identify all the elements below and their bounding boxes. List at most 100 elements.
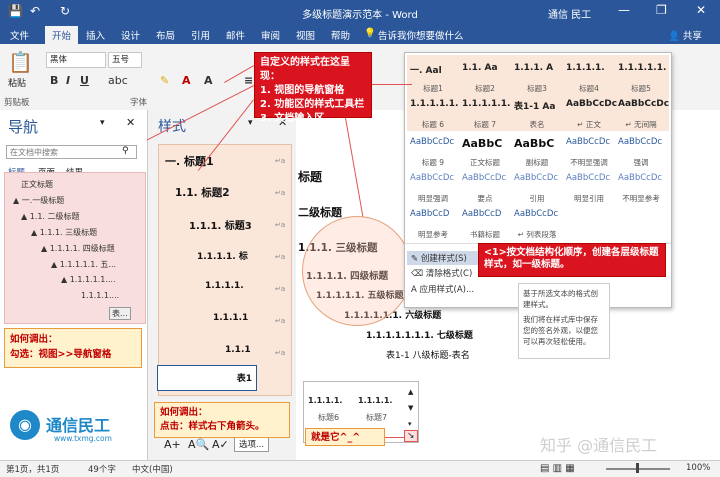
styles-launcher-arrow-icon[interactable]: ↘ <box>404 430 418 442</box>
tab-layout[interactable]: 布局 <box>156 28 175 42</box>
scroll-up-icon[interactable]: ▲ <box>408 388 413 396</box>
language[interactable]: 中文(中国) <box>132 463 173 475</box>
clipboard-icon[interactable]: 📋 <box>8 50 33 74</box>
annotation-arrow: 就是它^_^ <box>305 428 385 446</box>
highlight-icon[interactable]: ✎ <box>160 74 169 87</box>
pane-menu-icon[interactable]: ▾ <box>100 118 105 128</box>
gallery-style-cell[interactable]: AaBbC 副标题 <box>511 131 563 169</box>
styles-menu-icon[interactable]: ▾ <box>248 118 253 128</box>
tab-home[interactable]: 开始 <box>45 26 79 46</box>
page-count[interactable]: 第1页，共1页 <box>6 463 59 475</box>
gallery-style-cell[interactable]: AaBbCcDc 不明显参考 <box>615 167 667 205</box>
restore-icon[interactable]: ❐ <box>656 3 667 17</box>
tab-file[interactable]: 文件 <box>10 28 29 42</box>
search-icon[interactable]: ⚲ <box>122 146 129 156</box>
apply-styles-menu-item[interactable]: A 应用样式(A)... <box>411 283 474 295</box>
small-style-preview[interactable]: 1.1.1.1. <box>308 396 342 405</box>
gallery-style-cell[interactable]: AaBbCcDc ↵ 无间隔 <box>615 93 669 131</box>
user-name[interactable]: 通信 民工 <box>548 6 591 21</box>
gallery-style-cell[interactable]: AaBbCcDc 不明显强调 <box>563 131 615 169</box>
style-inspector-icon[interactable]: A🔍 <box>188 438 209 451</box>
small-style-preview[interactable]: 1.1.1.1. <box>358 396 392 405</box>
nav-heading-item[interactable]: 1.1.1.1.... <box>81 291 119 300</box>
gallery-style-cell[interactable]: AaBbC 正文标题 <box>459 131 511 169</box>
doc-line[interactable]: 1.1.1.1.1.1.1. 七级标题 <box>366 328 473 341</box>
tell-me-box[interactable]: 告诉我你想要做什么 <box>378 28 464 42</box>
gallery-style-cell[interactable]: AaBbCcD 明显参考 <box>407 203 459 241</box>
tab-references[interactable]: 引用 <box>191 28 210 42</box>
zoom-thumb[interactable] <box>636 463 639 473</box>
nav-heading-item[interactable]: 正文标题 <box>21 179 53 190</box>
view-mode-icon[interactable]: ▤ ▥ ▦ <box>540 463 575 474</box>
gallery-style-cell[interactable]: AaBbCcDc 明显强调 <box>407 167 459 205</box>
gallery-style-cell[interactable]: AaBbCcDc 引用 <box>511 167 563 205</box>
bold-icon[interactable]: B <box>50 74 58 87</box>
tab-mailings[interactable]: 邮件 <box>226 28 245 42</box>
nav-heading-item[interactable]: 表... <box>109 307 131 320</box>
style-item[interactable]: 1.1.1 <box>225 345 251 355</box>
nav-heading-item[interactable]: ▲ 1.1.1.1.1. 五... <box>51 259 116 270</box>
gallery-style-cell[interactable]: 1.1.1. A 标题3 <box>511 57 563 95</box>
gallery-style-cell[interactable]: 1.1.1.1.1. 标题5 <box>615 57 667 95</box>
gallery-style-cell[interactable]: AaBbCcDc 强调 <box>615 131 667 169</box>
doc-line[interactable]: 二级标题 <box>298 204 342 220</box>
zoom-level[interactable]: 100% <box>686 463 710 473</box>
gallery-style-cell[interactable]: AaBbCcDc 标题 9 <box>407 131 459 169</box>
minimize-icon[interactable]: — <box>618 3 630 17</box>
doc-line[interactable]: 标题 <box>298 168 322 185</box>
font-color-icon[interactable]: A <box>182 74 191 87</box>
annotation-style-how: 如何调出： 点击：样式右下角箭头。 <box>154 402 290 438</box>
clear-formatting-menu-item[interactable]: ⌫ 清除格式(C) <box>411 267 472 279</box>
doc-line[interactable]: 表1-1 八级标题-表名 <box>386 348 470 361</box>
gallery-style-name: ↵ 列表段落 <box>517 230 557 239</box>
scroll-down-icon[interactable]: ▼ <box>408 404 413 412</box>
char-shading-icon[interactable]: A <box>204 74 213 87</box>
gallery-style-cell[interactable]: 1.1. Aa 标题2 <box>459 57 511 95</box>
gallery-style-cell[interactable]: 表1-1 Aa 表名 <box>511 93 563 131</box>
tab-view[interactable]: 视图 <box>296 28 315 42</box>
nav-heading-item[interactable]: ▲ 一.一级标题 <box>13 195 64 206</box>
tab-insert[interactable]: 插入 <box>86 28 105 42</box>
more-styles-icon[interactable]: ▾ <box>408 420 412 428</box>
gallery-style-cell[interactable]: AaBbCcDc ↵ 正文 <box>563 93 617 131</box>
gallery-style-cell[interactable]: AaBbCcD 书籍标题 <box>459 203 511 241</box>
gallery-style-cell[interactable]: 1.1.1.1.1. 标题 6 <box>407 93 459 131</box>
gallery-style-preview: AaBbCcDc <box>410 173 455 183</box>
create-style-menu-item[interactable]: ✎ 创建样式(S) <box>407 251 485 265</box>
nav-heading-item[interactable]: ▲ 1.1.1.1.1.... <box>61 275 116 284</box>
gallery-style-cell[interactable]: AaBbCcDc 明显引用 <box>563 167 615 205</box>
style-item[interactable]: 1.1.1. 标题3 <box>189 217 252 232</box>
gallery-style-cell[interactable]: 一. Aal 标题1 <box>407 57 459 95</box>
underline-icon[interactable]: U <box>80 74 89 87</box>
style-item[interactable]: 1.1.1.1. 标 <box>197 249 248 262</box>
styles-options-button[interactable]: 选项... <box>234 436 270 452</box>
tab-design[interactable]: 设计 <box>121 28 140 42</box>
word-count[interactable]: 49个字 <box>88 463 116 475</box>
manage-styles-icon[interactable]: A✓ <box>212 438 229 451</box>
style-item-selected[interactable]: 表1 <box>157 365 257 391</box>
nav-heading-item[interactable]: ▲ 1.1.1.1. 四级标题 <box>41 243 115 254</box>
paste-button[interactable]: 粘贴 <box>8 76 26 89</box>
style-item[interactable]: 1.1. 标题2 <box>175 185 230 200</box>
new-style-icon[interactable]: A+ <box>164 438 181 451</box>
style-item[interactable]: 1.1.1.1. <box>205 281 244 291</box>
tab-review[interactable]: 审阅 <box>261 28 280 42</box>
font-size-select[interactable]: 五号 <box>108 52 142 68</box>
nav-search-input[interactable]: 在文档中搜索 <box>6 145 137 159</box>
close-icon[interactable]: ✕ <box>696 3 706 17</box>
tab-help[interactable]: 帮助 <box>331 28 350 42</box>
style-item[interactable]: 1.1.1.1 <box>213 313 248 323</box>
nav-close-icon[interactable]: ✕ <box>126 116 135 129</box>
italic-icon[interactable]: I <box>66 74 70 87</box>
nav-heading-item[interactable]: ▲ 1.1. 二级标题 <box>21 211 80 222</box>
gallery-style-cell[interactable]: 1.1.1.1.1. 标题 7 <box>459 93 511 131</box>
gallery-style-cell[interactable]: 1.1.1.1. 标题4 <box>563 57 615 95</box>
gallery-style-preview: 1.1. Aa <box>462 63 498 73</box>
gallery-style-cell[interactable]: AaBbCcDc 要点 <box>459 167 511 205</box>
style-item[interactable]: 一. 标题1 <box>165 153 214 169</box>
font-name-select[interactable]: 黑体 <box>46 52 106 68</box>
nav-heading-item[interactable]: ▲ 1.1.1. 三级标题 <box>31 227 97 238</box>
strikethrough-icon[interactable]: abc <box>108 74 128 87</box>
gallery-style-cell[interactable]: AaBbCcDc ↵ 列表段落 <box>511 203 563 241</box>
share-button[interactable]: 👤 共享 <box>668 28 702 42</box>
